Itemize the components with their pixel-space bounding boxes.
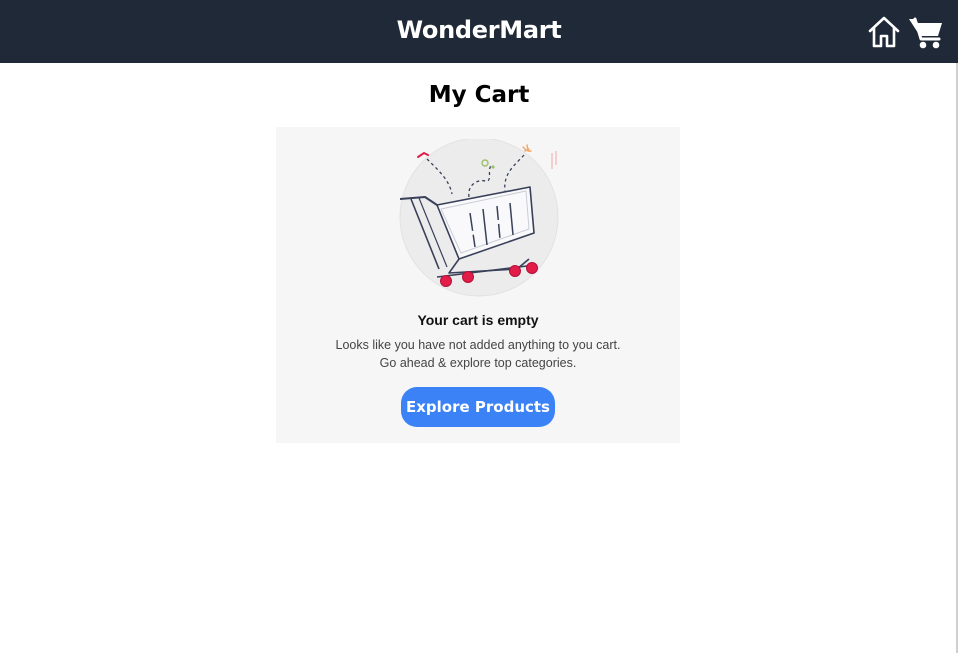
- empty-cart-title: Your cart is empty: [417, 312, 539, 328]
- empty-cart-illustration: [399, 139, 559, 297]
- navbar: WonderMart: [0, 0, 958, 63]
- page: WonderMart My Cart Your cart is empty Lo…: [0, 0, 958, 653]
- cart-icon[interactable]: [908, 15, 944, 49]
- empty-cart-card: Your cart is empty Looks like you have n…: [276, 127, 680, 443]
- home-icon[interactable]: [867, 15, 901, 49]
- page-title: My Cart: [428, 82, 530, 108]
- explore-products-button[interactable]: Explore Products: [401, 387, 555, 427]
- empty-cart-description: Looks like you have not added anything t…: [335, 338, 621, 370]
- brand-title[interactable]: WonderMart: [0, 16, 958, 44]
